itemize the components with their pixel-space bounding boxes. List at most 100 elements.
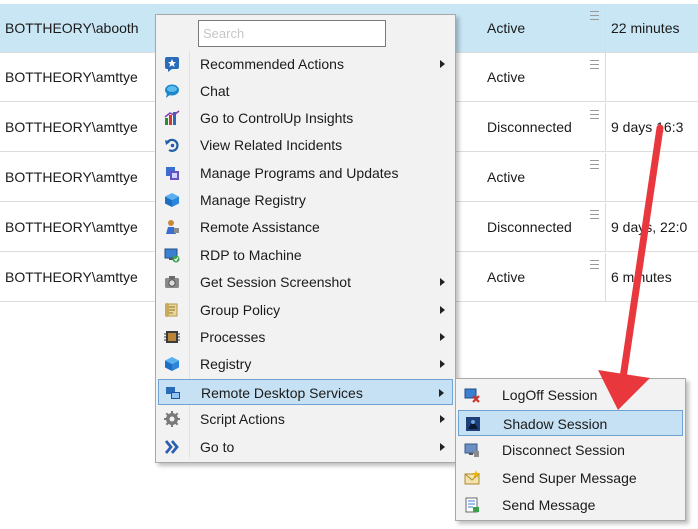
- submenu-arrow-icon: [440, 60, 445, 68]
- go-to-chevrons-icon: [163, 438, 181, 456]
- menu-item-label: Chat: [200, 83, 230, 99]
- menu-item-label: Go to ControlUp Insights: [200, 110, 354, 126]
- menu-item-label: Get Session Screenshot: [200, 274, 351, 290]
- menu-item-label: Processes: [200, 329, 266, 345]
- submenu-arrow-icon: [439, 389, 444, 397]
- recommended-actions-icon: [163, 55, 181, 73]
- menu-search-input[interactable]: [198, 20, 386, 47]
- remote-desktop-icon: [164, 384, 182, 402]
- submenu-arrow-icon: [440, 333, 445, 341]
- status-cell: Active: [482, 253, 606, 302]
- processes-icon: [163, 328, 181, 346]
- column-menu-icon[interactable]: [590, 260, 599, 269]
- menu-item-manage-programs[interactable]: Manage Programs and Updates: [158, 160, 453, 186]
- duration-cell: 22 minutes: [611, 20, 680, 36]
- rdp-icon: [163, 246, 181, 264]
- menu-item-label: Remote Assistance: [200, 219, 320, 235]
- status-text: Disconnected: [487, 219, 572, 235]
- menu-item-label: Manage Registry: [200, 192, 306, 208]
- menu-item-label: Manage Programs and Updates: [200, 165, 399, 181]
- menu-item-registry[interactable]: Registry: [158, 351, 453, 377]
- user-cell: BOTTHEORY\amttye: [0, 153, 160, 202]
- menu-item-label: Recommended Actions: [200, 56, 344, 72]
- menu-item-label: Registry: [200, 356, 252, 372]
- menu-item-label: LogOff Session: [502, 387, 598, 403]
- menu-item-manage-registry[interactable]: Manage Registry: [158, 187, 453, 213]
- menu-item-label: RDP to Machine: [200, 247, 302, 263]
- status-cell: Active: [482, 153, 606, 202]
- programs-icon: [163, 164, 181, 182]
- submenu-arrow-icon: [440, 278, 445, 286]
- status-cell: Disconnected: [482, 103, 606, 152]
- column-menu-icon[interactable]: [590, 160, 599, 169]
- submenu-arrow-icon: [440, 415, 445, 423]
- status-cell: Active: [482, 53, 606, 102]
- menu-item-group-policy[interactable]: Group Policy: [158, 297, 453, 323]
- user-cell: BOTTHEORY\amttye: [0, 253, 160, 302]
- duration-cell: [606, 153, 698, 202]
- menu-item-label: Remote Desktop Services: [201, 385, 363, 401]
- menu-item-label: Send Message: [502, 497, 596, 513]
- menu-item-recommended-actions[interactable]: Recommended Actions: [158, 51, 453, 77]
- message-icon: [463, 496, 481, 514]
- duration-cell: 6 minutes: [611, 269, 672, 285]
- menu-item-label: Script Actions: [200, 411, 285, 427]
- submenu-item-shadow-session[interactable]: Shadow Session: [458, 410, 683, 436]
- super-message-icon: [463, 469, 481, 487]
- menu-item-label: Disconnect Session: [502, 442, 625, 458]
- duration-cell: 9 days, 22:0: [611, 219, 688, 235]
- status-cell: Disconnected: [482, 203, 606, 252]
- menu-item-remote-assistance[interactable]: Remote Assistance: [158, 214, 453, 240]
- menu-item-controlup-insights[interactable]: Go to ControlUp Insights: [158, 105, 453, 131]
- menu-item-label: Go to: [200, 439, 235, 455]
- status-text: Active: [487, 269, 526, 285]
- submenu-item-disconnect-session[interactable]: Disconnect Session: [458, 437, 683, 463]
- menu-item-label: Group Policy: [200, 302, 281, 318]
- submenu-arrow-icon: [440, 360, 445, 368]
- submenu-item-logoff-session[interactable]: LogOff Session: [458, 382, 683, 408]
- menu-item-view-related-incidents[interactable]: View Related Incidents: [158, 132, 453, 158]
- menu-item-go-to[interactable]: Go to: [158, 434, 453, 460]
- menu-item-label: Shadow Session: [503, 416, 608, 432]
- column-menu-icon[interactable]: [590, 11, 599, 20]
- chat-icon: [163, 82, 181, 100]
- status-text: Active: [487, 20, 526, 36]
- incidents-icon: [163, 136, 181, 154]
- menu-item-script-actions[interactable]: Script Actions: [158, 406, 453, 432]
- submenu-item-send-super-message[interactable]: Send Super Message: [458, 465, 683, 491]
- menu-search: [198, 20, 386, 47]
- status-cell: Active: [482, 4, 606, 53]
- menu-item-label: View Related Incidents: [200, 137, 343, 153]
- disconnect-icon: [463, 441, 481, 459]
- status-text: Active: [487, 169, 526, 185]
- duration-cell: 9 days 16:3: [611, 119, 684, 135]
- menu-item-label: Send Super Message: [502, 470, 637, 486]
- shadow-icon: [464, 415, 482, 433]
- group-policy-icon: [163, 301, 181, 319]
- remote-desktop-services-submenu: LogOff Session Shadow Session Disconnect…: [455, 378, 686, 521]
- insights-icon: [163, 109, 181, 127]
- submenu-arrow-icon: [440, 443, 445, 451]
- user-cell: BOTTHEORY\amttye: [0, 203, 160, 252]
- menu-item-chat[interactable]: Chat: [158, 78, 453, 104]
- menu-item-get-session-screenshot[interactable]: Get Session Screenshot: [158, 269, 453, 295]
- column-menu-icon[interactable]: [590, 60, 599, 69]
- logoff-icon: [463, 386, 481, 404]
- menu-item-processes[interactable]: Processes: [158, 324, 453, 350]
- user-cell: BOTTHEORY\amttye: [0, 103, 160, 152]
- session-context-menu: Recommended Actions Chat Go to ControlUp…: [155, 14, 456, 463]
- user-cell: BOTTHEORY\amttye: [0, 53, 160, 102]
- submenu-item-send-message[interactable]: Send Message: [458, 492, 683, 518]
- menu-item-rdp-to-machine[interactable]: RDP to Machine: [158, 242, 453, 268]
- registry-icon: [163, 355, 181, 373]
- screenshot-icon: [163, 273, 181, 291]
- column-menu-icon[interactable]: [590, 210, 599, 219]
- status-text: Disconnected: [487, 119, 572, 135]
- script-gear-icon: [163, 410, 181, 428]
- column-menu-icon[interactable]: [590, 110, 599, 119]
- user-cell: BOTTHEORY\abooth: [0, 4, 160, 53]
- menu-item-remote-desktop-services[interactable]: Remote Desktop Services: [158, 379, 453, 405]
- submenu-arrow-icon: [440, 306, 445, 314]
- duration-cell: [606, 53, 698, 102]
- registry-icon: [163, 191, 181, 209]
